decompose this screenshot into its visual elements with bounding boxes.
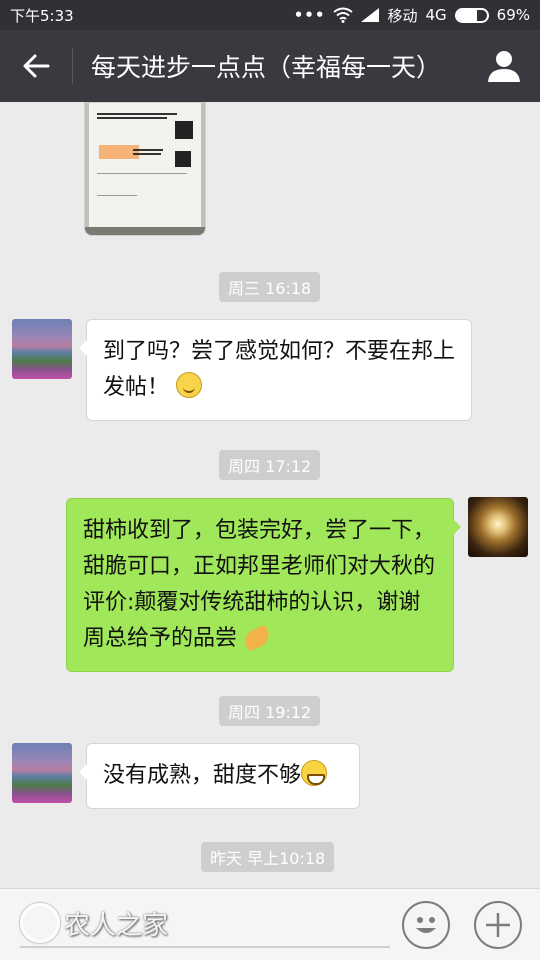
input-bar: 农人之家 <box>0 888 540 960</box>
wifi-icon <box>333 7 354 23</box>
barcode <box>133 153 161 155</box>
signal-icon <box>361 8 380 22</box>
message-bubble-received[interactable]: 到了吗？尝了感觉如何？不要在邦上发帖！ <box>79 319 472 421</box>
timestamp: 昨天 早上10:18 <box>201 842 335 872</box>
chat-title: 每天进步一点点（幸福每一天） <box>91 53 442 82</box>
contact-avatar[interactable] <box>12 743 72 803</box>
qr-code <box>175 151 191 167</box>
package-photo <box>89 103 201 229</box>
plus-icon <box>486 913 510 937</box>
self-avatar[interactable] <box>468 497 528 557</box>
emoji-button[interactable] <box>402 901 450 949</box>
barcode <box>133 149 163 151</box>
image-message[interactable] <box>84 102 206 236</box>
watermark-logo-icon <box>20 903 60 943</box>
battery-level <box>456 9 478 21</box>
message-bubble-received[interactable]: 没有成熟，甜度不够 <box>79 743 360 809</box>
status-indicators: ••• 移动 4G 69% <box>294 5 530 26</box>
watermark-text: 农人之家 <box>64 911 169 941</box>
timestamp: 周四 17:12 <box>219 450 321 480</box>
smile-emoji-icon <box>176 372 203 398</box>
barcode <box>97 117 167 119</box>
emoji-icon <box>416 917 436 933</box>
back-arrow-icon <box>23 54 50 78</box>
person-icon <box>488 51 520 82</box>
label-text <box>97 173 187 174</box>
title-bar: 每天进步一点点（幸福每一天） <box>0 30 540 102</box>
notification-dots-icon: ••• <box>293 6 326 24</box>
qr-code <box>175 121 193 139</box>
battery-percent: 69% <box>496 6 530 24</box>
message-input[interactable] <box>20 946 390 948</box>
timestamp: 周三 16:18 <box>219 272 321 302</box>
network-label: 4G <box>425 6 447 24</box>
hand-emoji-icon <box>241 624 273 652</box>
timestamp: 周四 19:12 <box>219 696 321 726</box>
message-bubble-sent[interactable]: 甜柿收到了，包装完好，尝了一下，甜脆可口，正如邦里老师们对大秋的评价:颠覆对传统… <box>66 498 461 672</box>
status-time: 下午5:33 <box>10 6 74 25</box>
label-logo <box>99 145 139 159</box>
message-text: 到了吗？尝了感觉如何？不要在邦上发帖！ <box>103 339 456 400</box>
more-button[interactable] <box>474 901 522 949</box>
back-button[interactable] <box>0 30 72 102</box>
message-text: 没有成熟，甜度不够 <box>103 763 302 788</box>
label-text <box>97 195 137 196</box>
battery-icon <box>454 7 489 23</box>
chat-info-button[interactable] <box>468 30 540 102</box>
contact-avatar[interactable] <box>12 319 72 379</box>
barcode <box>97 113 177 115</box>
grin-emoji-icon <box>301 760 328 786</box>
chat-area[interactable]: 周三 16:18 到了吗？尝了感觉如何？不要在邦上发帖！ 周四 17:12 甜柿… <box>0 102 540 888</box>
status-bar: 下午5:33 ••• 移动 4G 69% <box>0 0 540 30</box>
carrier-label: 移动 <box>387 6 418 25</box>
photo-edge <box>85 227 205 235</box>
